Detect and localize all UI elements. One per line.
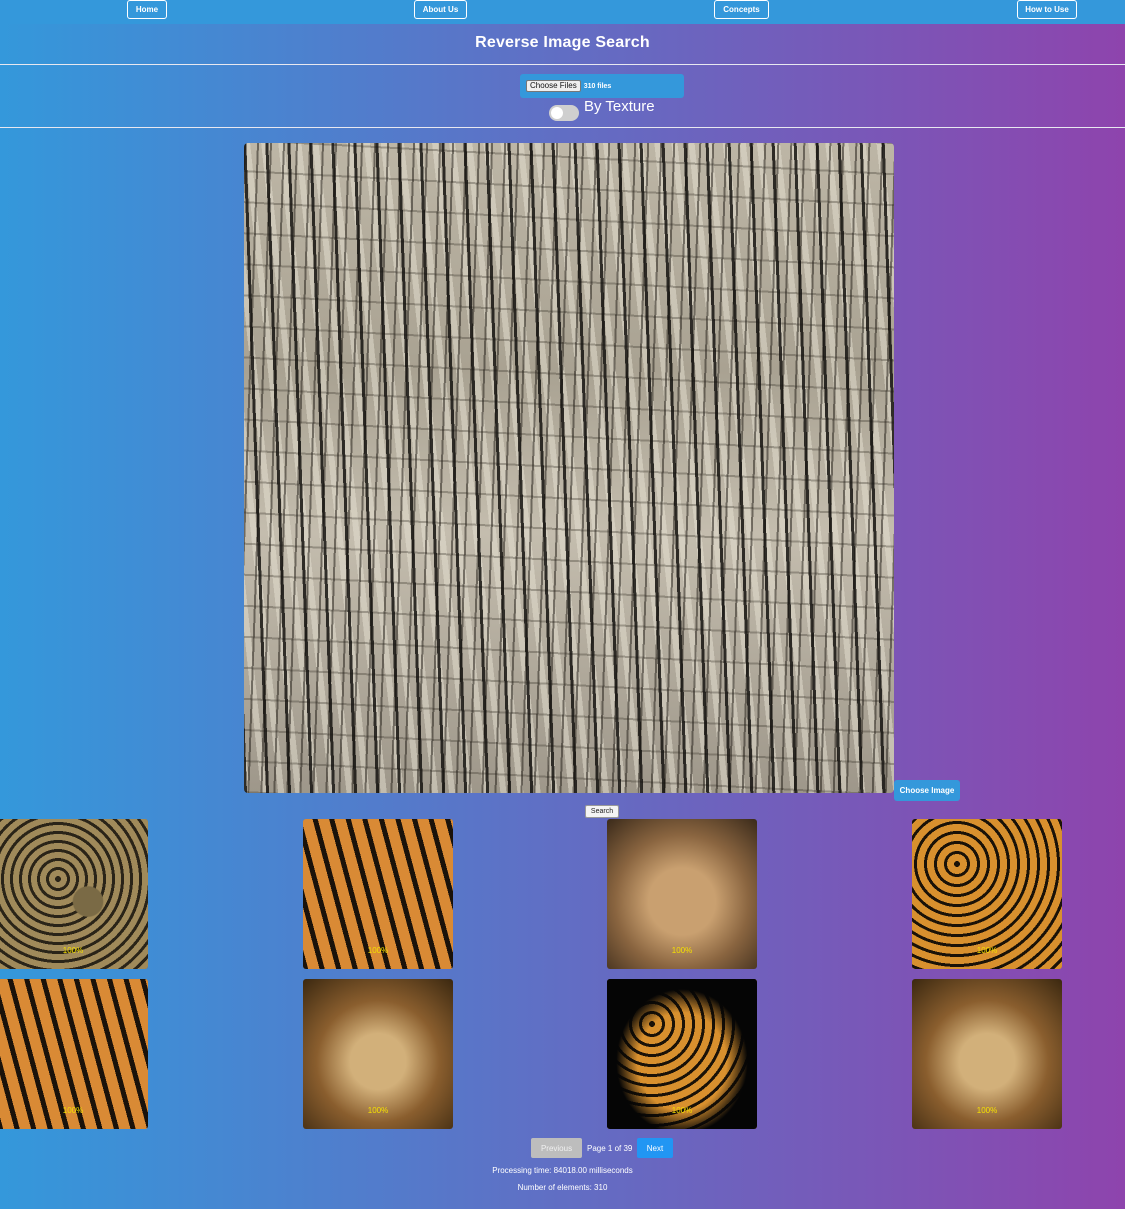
result-score: 100%	[976, 946, 998, 955]
toggle-knob	[551, 107, 563, 119]
search-button[interactable]: Search	[585, 805, 619, 818]
next-button[interactable]: Next	[637, 1138, 673, 1158]
result-score: 100%	[367, 946, 389, 955]
result-tile[interactable]: 100%	[607, 819, 757, 969]
nav-about-button[interactable]: About Us	[414, 0, 467, 19]
processing-time: Processing time: 84018.00 milliseconds	[492, 1166, 633, 1175]
divider-bottom	[0, 127, 1125, 128]
choose-image-button[interactable]: Choose Image	[894, 780, 960, 801]
nav-home-button[interactable]: Home	[127, 0, 167, 19]
texture-toggle-label: By Texture	[584, 98, 655, 115]
result-tile[interactable]: 100%	[303, 819, 453, 969]
result-tile[interactable]: 100%	[912, 979, 1062, 1129]
result-score: 100%	[62, 1106, 84, 1115]
file-count-text: 310 files	[583, 82, 612, 90]
result-tile[interactable]: 100%	[0, 979, 148, 1129]
divider-top	[0, 64, 1125, 65]
file-upload-box: Choose Files 310 files	[520, 74, 684, 98]
page-title: Reverse Image Search	[475, 34, 650, 51]
result-score: 100%	[671, 1106, 693, 1115]
nav-how-to-use-button[interactable]: How to Use	[1017, 0, 1077, 19]
page-info: Page 1 of 39	[587, 1144, 633, 1153]
result-tile[interactable]: 100%	[303, 979, 453, 1129]
result-score: 100%	[976, 1106, 998, 1115]
top-nav: Home About Us Concepts How to Use	[0, 0, 1125, 24]
query-image-bark	[244, 143, 894, 793]
result-score: 100%	[62, 946, 84, 955]
texture-toggle[interactable]	[549, 105, 579, 121]
result-score: 100%	[367, 1106, 389, 1115]
element-count: Number of elements: 310	[517, 1183, 608, 1192]
previous-button[interactable]: Previous	[531, 1138, 582, 1158]
result-score: 100%	[671, 946, 693, 955]
choose-files-button[interactable]: Choose Files	[526, 80, 581, 92]
result-tile[interactable]: 100%	[607, 979, 757, 1129]
nav-concepts-button[interactable]: Concepts	[714, 0, 769, 19]
result-tile[interactable]: 100%	[0, 819, 148, 969]
result-tile[interactable]: 100%	[912, 819, 1062, 969]
